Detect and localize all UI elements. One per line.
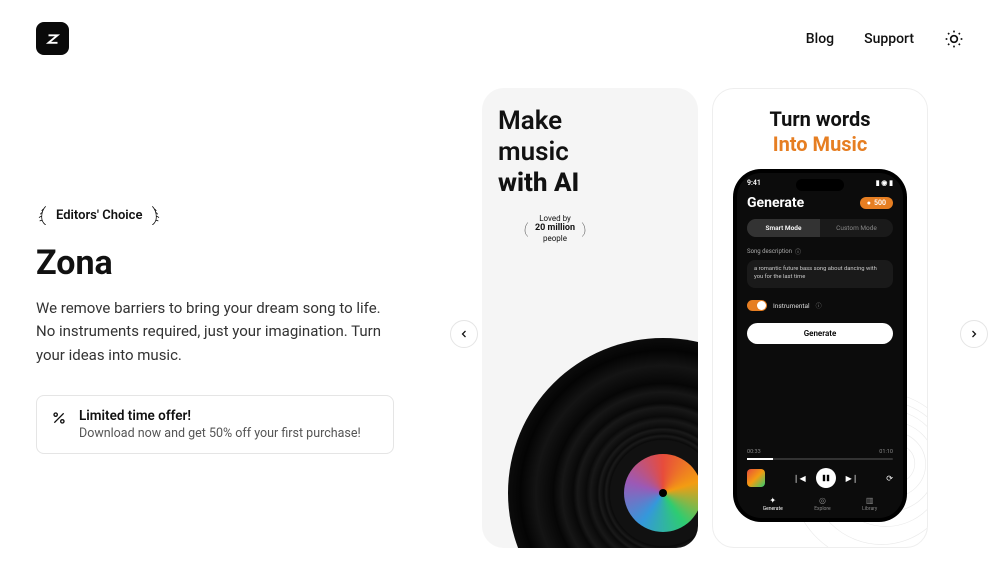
progress-bar[interactable]	[747, 458, 893, 460]
app-description: We remove barriers to bring your dream s…	[36, 297, 391, 367]
theme-toggle-icon[interactable]	[944, 29, 964, 49]
pause-icon	[822, 474, 830, 482]
nav-explore[interactable]: ◎ Explore	[814, 496, 831, 512]
instrumental-row: Instrumental ⓘ	[747, 300, 893, 311]
logo-icon	[44, 30, 62, 48]
nav-generate[interactable]: ✦ Generate	[763, 496, 783, 512]
nav-library[interactable]: ▥ Library	[862, 496, 877, 512]
arrow-left-icon	[458, 328, 470, 340]
credits-pill: ● 500	[860, 197, 893, 209]
laurel-right-icon	[148, 205, 162, 225]
carousel-slides: Make music with AI Loved by 20 million p…	[482, 88, 982, 548]
signal-wifi-battery-icon: ▮ ◉ ▮	[876, 179, 893, 187]
arrow-right-icon	[968, 328, 980, 340]
compass-icon: ◎	[819, 496, 826, 505]
badge-label: Editors' Choice	[56, 208, 142, 223]
header-nav: Blog Support	[806, 29, 964, 49]
mode-tabs: Smart Mode Custom Mode	[747, 219, 893, 237]
skip-forward-icon[interactable]: ▶❘	[846, 474, 859, 483]
app-title: Zona	[36, 243, 426, 283]
screenshot-carousel: Make music with AI Loved by 20 million p…	[482, 88, 982, 548]
editors-choice-badge: Editors' Choice	[36, 205, 426, 225]
sparkle-icon: ✦	[769, 496, 776, 505]
screenshot-card-1[interactable]: Make music with AI Loved by 20 million p…	[482, 88, 698, 548]
song-description-input[interactable]: a romantic future bass song about dancin…	[747, 260, 893, 288]
track-thumbnail[interactable]	[747, 469, 765, 487]
carousel-prev-button[interactable]	[450, 320, 478, 348]
offer-title: Limited time offer!	[79, 408, 361, 424]
generate-title: Generate	[747, 195, 804, 211]
phone-mockup: 9:41 ▮ ◉ ▮ Generate ● 500 Smart Mode Cus…	[737, 173, 903, 518]
offer-subtitle: Download now and get 50% off your first …	[79, 426, 361, 441]
phone-notch	[796, 179, 844, 191]
laurel-right-icon	[579, 221, 589, 237]
loop-icon[interactable]: ⟳	[886, 474, 893, 483]
vinyl-record-graphic	[508, 338, 698, 548]
skip-back-icon[interactable]: ❘◀	[793, 474, 806, 483]
offer-box: Limited time offer! Download now and get…	[36, 395, 394, 454]
card2-headline: Turn words Into Music	[729, 107, 911, 157]
left-column: Editors' Choice Zona We remove barriers …	[36, 65, 426, 454]
library-icon: ▥	[866, 496, 874, 505]
generate-button[interactable]: Generate	[747, 323, 893, 344]
instrumental-toggle[interactable]	[747, 300, 767, 311]
nav-support[interactable]: Support	[864, 31, 914, 47]
info-icon: ⓘ	[795, 247, 801, 256]
mini-player: 00:33 01:10 ❘◀ ▶❘ ⟳	[747, 449, 893, 488]
coin-icon: ●	[867, 199, 871, 207]
screenshot-card-2[interactable]: Turn words Into Music 9:41 ▮ ◉ ▮ Generat…	[712, 88, 928, 548]
time-total: 01:10	[879, 449, 893, 455]
laurel-left-icon	[36, 205, 50, 225]
phone-bottom-nav: ✦ Generate ◎ Explore ▥ Library	[747, 496, 893, 512]
card1-headline: Make music with AI	[498, 106, 682, 200]
generate-header: Generate ● 500	[747, 195, 893, 211]
percent-icon	[51, 410, 67, 426]
nav-blog[interactable]: Blog	[806, 31, 834, 47]
app-logo[interactable]	[36, 22, 69, 55]
song-description-label: Song description ⓘ	[747, 247, 893, 256]
app-header: Blog Support	[0, 0, 1000, 65]
tab-custom-mode[interactable]: Custom Mode	[820, 219, 893, 237]
time-elapsed: 00:33	[747, 449, 761, 455]
laurel-left-icon	[521, 221, 531, 237]
tab-smart-mode[interactable]: Smart Mode	[747, 219, 820, 237]
info-icon: ⓘ	[816, 301, 822, 310]
instrumental-label: Instrumental	[773, 302, 810, 310]
carousel-next-button[interactable]	[960, 320, 988, 348]
pause-button[interactable]	[816, 468, 836, 488]
loved-by-badge: Loved by 20 million people	[482, 214, 682, 244]
